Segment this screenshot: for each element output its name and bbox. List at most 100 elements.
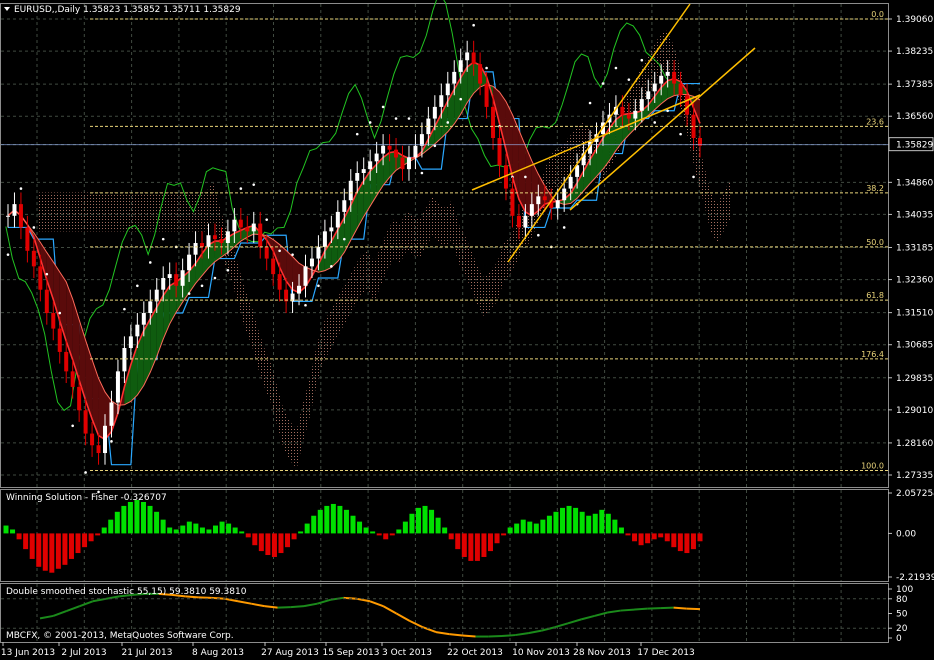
sar-dot: [58, 311, 62, 315]
fisher-bar: [357, 521, 363, 534]
sar-dot: [692, 175, 695, 179]
fisher-bar: [435, 517, 441, 534]
fisher-bar: [618, 527, 624, 534]
candle-body: [167, 274, 172, 279]
stoch-y-tick-label: 20: [896, 624, 908, 634]
fisher-bar: [206, 529, 212, 534]
fisher-bar: [134, 500, 140, 534]
fisher-bar: [671, 533, 677, 548]
fisher-bar: [68, 533, 74, 559]
fisher-bar: [599, 509, 605, 534]
fisher-bar: [514, 523, 520, 534]
fisher-bar: [278, 533, 284, 554]
candle-body: [57, 328, 62, 352]
fib-label: 23.6: [866, 117, 884, 126]
fisher-bar: [697, 533, 703, 542]
candle-body: [368, 161, 373, 170]
stoch-segment: [673, 606, 687, 610]
candle-body: [620, 106, 625, 115]
fisher-bar: [265, 533, 271, 556]
fisher-bar: [304, 523, 310, 534]
y-tick-label: 1.30685: [896, 341, 933, 351]
sar-dot: [407, 117, 411, 120]
fisher-bar: [291, 533, 297, 540]
fisher-bar: [199, 527, 205, 534]
fisher-bar: [592, 513, 598, 534]
candle-body: [245, 227, 250, 232]
candle-body: [297, 285, 302, 294]
sar-dot: [330, 265, 333, 268]
fib-label: 100.0: [861, 462, 884, 471]
candle-body: [536, 196, 541, 205]
fisher-bar: [186, 521, 192, 534]
y-tick-label: 1.33185: [896, 243, 933, 253]
x-tick-label: 15 Sep 2013: [322, 648, 379, 658]
fisher-bar: [402, 521, 408, 534]
fisher-bar: [62, 533, 68, 565]
candle-body: [432, 106, 437, 119]
candle-body: [465, 52, 470, 61]
fisher-bar: [285, 533, 291, 548]
sar-dot: [317, 284, 320, 288]
trading-chart[interactable]: 0.0 23.6 38.2 50.0 61.8 176.4 100.0 1.39060 1.38…: [0, 0, 934, 660]
fisher-bar: [114, 511, 120, 534]
candle-body: [38, 266, 43, 290]
fib-label: 176.4: [861, 350, 884, 359]
x-tick-label: 22 Oct 2013: [447, 648, 503, 658]
candle-body: [212, 235, 217, 240]
stoch-segment: [633, 607, 648, 611]
candle-body: [109, 402, 114, 426]
sar-dot: [291, 253, 294, 256]
candle-body: [18, 204, 23, 228]
sar-dot: [588, 101, 592, 105]
x-tick-label: 17 Dec 2013: [637, 648, 695, 658]
candle-body: [639, 99, 644, 111]
fisher-bar: [180, 525, 186, 534]
candle-body: [672, 71, 677, 84]
candle-body: [342, 200, 347, 212]
fisher-bar: [317, 509, 323, 534]
candle-body: [458, 60, 463, 72]
sar-dot: [601, 82, 605, 85]
fisher-bar: [330, 503, 336, 534]
x-tick-label: 27 Aug 2013: [261, 648, 319, 658]
fisher-bar: [75, 533, 81, 554]
sar-dot: [368, 121, 372, 124]
fisher-bar: [625, 533, 631, 536]
candle-body: [303, 266, 308, 286]
y-tick-label: 1.36560: [896, 112, 933, 122]
candle-body: [361, 169, 366, 174]
chart-header: EURUSD,,Daily 1.35823 1.35852 1.35711 1.…: [14, 5, 241, 15]
candle-body: [471, 52, 476, 65]
y-tick-label: 1.31510: [896, 309, 933, 319]
sar-dot: [524, 175, 527, 179]
candle-body: [381, 145, 386, 154]
fisher-bar: [226, 523, 232, 534]
stoch-y-tick-label: 50: [896, 610, 908, 620]
fisher-bar: [95, 533, 101, 536]
sar-dot: [161, 237, 165, 241]
sar-dot: [265, 218, 268, 221]
sar-dot: [252, 183, 256, 186]
stoch-segment: [620, 608, 635, 612]
sar-dot: [136, 284, 139, 288]
fisher-bar: [429, 509, 435, 534]
x-tick-label: 2 Jul 2013: [61, 648, 106, 658]
fisher-bar: [245, 533, 251, 538]
sar-dot: [446, 121, 450, 124]
candle-body: [25, 227, 30, 251]
fisher-bar: [239, 531, 245, 534]
sar-dot: [459, 97, 463, 101]
fisher-bar: [527, 521, 533, 534]
fisher-bar: [108, 519, 114, 534]
fisher-bar: [167, 527, 173, 534]
fisher-title: Winning Solution - Fisher -0.326707: [6, 493, 167, 503]
fisher-bar: [3, 525, 9, 534]
fisher-bar: [88, 533, 94, 542]
stoch-segment: [501, 634, 516, 638]
candle-body: [652, 83, 657, 92]
candle-body: [232, 219, 237, 232]
candle-body: [187, 254, 192, 271]
fisher-bar: [632, 533, 638, 542]
candle-body: [659, 75, 664, 84]
